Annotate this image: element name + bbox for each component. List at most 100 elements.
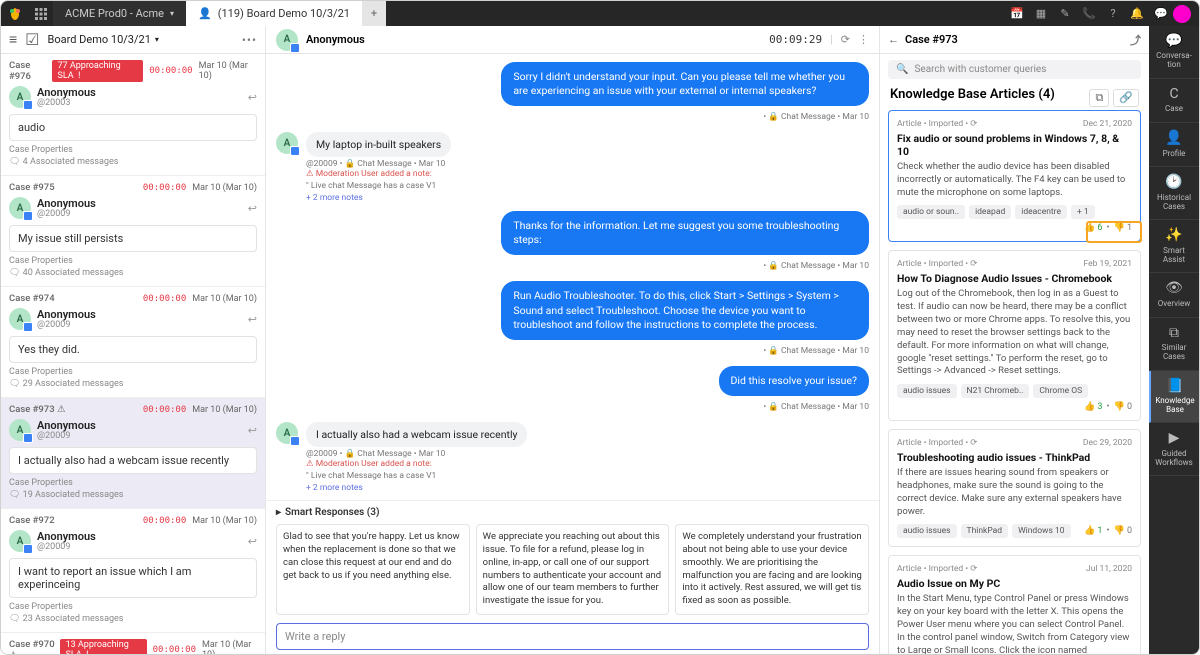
rail-item-icon: 💬 bbox=[1151, 34, 1197, 49]
help-icon[interactable]: ? bbox=[1101, 1, 1125, 26]
kb-section-title: Knowledge Base Articles (4) bbox=[880, 85, 1065, 110]
grid-icon[interactable]: ▦ bbox=[1029, 1, 1053, 26]
kb-tag[interactable]: Chrome OS bbox=[1033, 384, 1088, 398]
kb-tag[interactable]: Windows 10 bbox=[1012, 524, 1070, 538]
case-card[interactable]: Case #975 00:00:00 Mar 10 (Mar 10) A Ano… bbox=[1, 176, 265, 287]
case-card[interactable]: Case #976 77 Approaching SLA ! 00:00:00 … bbox=[1, 54, 265, 176]
case-card[interactable]: Case #970 ⚠ 13 Approaching SLA ! 00:00:0… bbox=[1, 633, 265, 654]
board-checkbox-icon[interactable]: ☑ bbox=[25, 30, 39, 49]
bell-icon[interactable]: 🔔 bbox=[1125, 1, 1149, 26]
edit-icon[interactable]: ✎ bbox=[1053, 1, 1077, 26]
associated-messages-link[interactable]: 🗨 40 Associated messages bbox=[9, 268, 257, 278]
associated-messages-link[interactable]: 🗨 19 Associated messages bbox=[9, 490, 257, 500]
kb-snippet: In the Start Menu, type Control Panel or… bbox=[897, 593, 1132, 654]
kb-article-card[interactable]: Article • Imported • ⟳Dec 21, 2020 Fix a… bbox=[888, 110, 1141, 242]
kb-article-title: Troubleshooting audio issues - ThinkPad bbox=[897, 451, 1132, 464]
case-author: Anonymous bbox=[37, 87, 96, 98]
kb-tag[interactable]: audio issues bbox=[897, 384, 957, 398]
add-tab-button[interactable]: + bbox=[362, 1, 386, 26]
kb-article-card[interactable]: Article • Imported • ⟳Jul 11, 2020 Audio… bbox=[888, 555, 1141, 654]
kb-votes[interactable]: 👍 6 • 👎 1 bbox=[1084, 223, 1132, 233]
workspace-tab[interactable]: ACME Prod0 - Acme ▾ bbox=[53, 1, 186, 26]
case-properties-link[interactable]: Case Properties bbox=[9, 256, 257, 266]
reply-icon[interactable]: ↩ bbox=[248, 91, 257, 104]
rail-item-smart-assist[interactable]: ✨SmartAssist bbox=[1149, 220, 1199, 273]
link-icon[interactable]: 🔗 bbox=[1113, 89, 1139, 107]
case-handle: @20009 bbox=[37, 542, 96, 552]
case-properties-link[interactable]: Case Properties bbox=[9, 478, 257, 488]
kb-date: Dec 29, 2020 bbox=[1083, 438, 1132, 448]
kb-search-input[interactable]: 🔍 Search with customer queries bbox=[888, 60, 1141, 79]
case-id: Case #970 ⚠ bbox=[9, 639, 60, 654]
rail-item-icon: 🕑 bbox=[1151, 175, 1197, 190]
reply-icon[interactable]: ↩ bbox=[248, 313, 257, 326]
kb-votes[interactable]: 👍 3 • 👎 0 bbox=[1084, 402, 1132, 412]
kb-date: Dec 21, 2020 bbox=[1083, 119, 1132, 129]
case-card[interactable]: Case #972 00:00:00 Mar 10 (Mar 10) A Ano… bbox=[1, 509, 265, 633]
menu-icon[interactable]: ≡ bbox=[9, 31, 17, 48]
conversation-more-menu[interactable]: ⋮ bbox=[858, 33, 869, 46]
smart-responses-header[interactable]: ▸ Smart Responses (3) bbox=[266, 500, 879, 524]
chevron-down-icon: ▾ bbox=[170, 9, 174, 18]
smart-response-card[interactable]: Glad to see that you're happy. Let us kn… bbox=[276, 524, 470, 615]
reply-icon[interactable]: ↩ bbox=[248, 535, 257, 548]
kb-tag[interactable]: ThinkPad bbox=[961, 524, 1009, 538]
associated-messages-link[interactable]: 🗨 29 Associated messages bbox=[9, 379, 257, 389]
kb-tag[interactable]: ideacentre bbox=[1015, 205, 1067, 219]
case-countdown: 00:00:00 bbox=[143, 516, 186, 526]
case-last-message: My issue still persists bbox=[9, 225, 257, 252]
customer-message: I actually also had a webcam issue recen… bbox=[306, 422, 527, 447]
rail-item-similar-cases[interactable]: ⧉SimilarCases bbox=[1149, 318, 1199, 371]
moderation-notes[interactable]: ⚠ Moderation User added a note: " Live c… bbox=[306, 459, 527, 495]
kb-tag[interactable]: ideapad bbox=[969, 205, 1011, 219]
kb-article-card[interactable]: Article • Imported • ⟳Dec 29, 2020 Troub… bbox=[888, 429, 1141, 547]
rail-item-historical-cases[interactable]: 🕑HistoricalCases bbox=[1149, 167, 1199, 220]
reply-icon[interactable]: ↩ bbox=[248, 202, 257, 215]
rail-item-icon: ⧉ bbox=[1151, 326, 1197, 341]
board-title[interactable]: Board Demo 10/3/21 ▾ bbox=[48, 33, 159, 46]
rail-item-conversa-tion[interactable]: 💬Conversa-tion bbox=[1149, 26, 1199, 79]
kb-tag[interactable]: N21 Chromeb.. bbox=[961, 384, 1030, 398]
case-avatar: A bbox=[9, 86, 31, 108]
kb-tag[interactable]: audio or soun.. bbox=[897, 205, 965, 219]
user-avatar[interactable] bbox=[1173, 5, 1191, 23]
share-icon[interactable]: ⤴ bbox=[1130, 32, 1141, 48]
moderation-notes[interactable]: ⚠ Moderation User added a note: " Live c… bbox=[306, 169, 451, 205]
copy-icon[interactable]: ⧉ bbox=[1089, 89, 1109, 107]
case-card[interactable]: Case #973 ⚠ 00:00:00 Mar 10 (Mar 10) A A… bbox=[1, 398, 265, 509]
case-card[interactable]: Case #974 00:00:00 Mar 10 (Mar 10) A Ano… bbox=[1, 287, 265, 398]
associated-messages-link[interactable]: 🗨 4 Associated messages bbox=[9, 157, 257, 167]
conversation-column: A Anonymous 00:09:29 | ⟳ ⋮ Sorry I didn'… bbox=[266, 26, 879, 654]
smart-response-card[interactable]: We completely understand your frustratio… bbox=[675, 524, 869, 615]
board-more-menu[interactable]: ••• bbox=[242, 33, 257, 47]
reply-input[interactable]: Write a reply bbox=[276, 623, 869, 650]
rail-item-icon: 📘 bbox=[1153, 379, 1197, 394]
case-date: Mar 10 (Mar 10) bbox=[192, 405, 257, 415]
smart-response-card[interactable]: We appreciate you reaching out about thi… bbox=[476, 524, 670, 615]
refresh-icon[interactable]: ⟳ bbox=[841, 33, 850, 46]
kb-tag[interactable]: + 1 bbox=[1071, 205, 1095, 219]
rail-item-profile[interactable]: 👤Profile bbox=[1149, 123, 1199, 167]
reply-icon[interactable]: ↩ bbox=[248, 424, 257, 437]
calendar-icon[interactable]: 📅 bbox=[1005, 1, 1029, 26]
case-properties-link[interactable]: Case Properties bbox=[9, 602, 257, 612]
case-id: Case #976 bbox=[9, 60, 52, 82]
rail-item-overview[interactable]: 👁Overview bbox=[1149, 273, 1199, 317]
rail-item-knowledge-base[interactable]: 📘KnowledgeBase bbox=[1149, 371, 1199, 424]
case-properties-link[interactable]: Case Properties bbox=[9, 145, 257, 155]
right-rail: 💬Conversa-tionCCase👤Profile🕑HistoricalCa… bbox=[1149, 26, 1199, 654]
chat-bubble-icon[interactable]: 💬 bbox=[1149, 1, 1173, 26]
rail-item-guided-workflows[interactable]: ▶GuidedWorkflows bbox=[1149, 423, 1199, 476]
rail-item-icon: 👁 bbox=[1151, 281, 1197, 296]
rail-item-case[interactable]: CCase bbox=[1149, 79, 1199, 123]
board-tab-active[interactable]: 👤 (119) Board Demo 10/3/21 bbox=[186, 1, 362, 26]
kb-votes[interactable]: 👍 1 • 👎 0 bbox=[1084, 526, 1132, 536]
apps-grid-icon[interactable] bbox=[29, 1, 53, 26]
back-arrow-icon[interactable]: ← bbox=[888, 33, 899, 46]
case-properties-link[interactable]: Case Properties bbox=[9, 367, 257, 377]
case-number-title: Case #973 bbox=[905, 33, 958, 46]
kb-article-card[interactable]: Article • Imported • ⟳Feb 19, 2021 How T… bbox=[888, 250, 1141, 421]
associated-messages-link[interactable]: 🗨 23 Associated messages bbox=[9, 614, 257, 624]
kb-tag[interactable]: audio issues bbox=[897, 524, 957, 538]
phone-icon[interactable]: 📞 bbox=[1077, 1, 1101, 26]
